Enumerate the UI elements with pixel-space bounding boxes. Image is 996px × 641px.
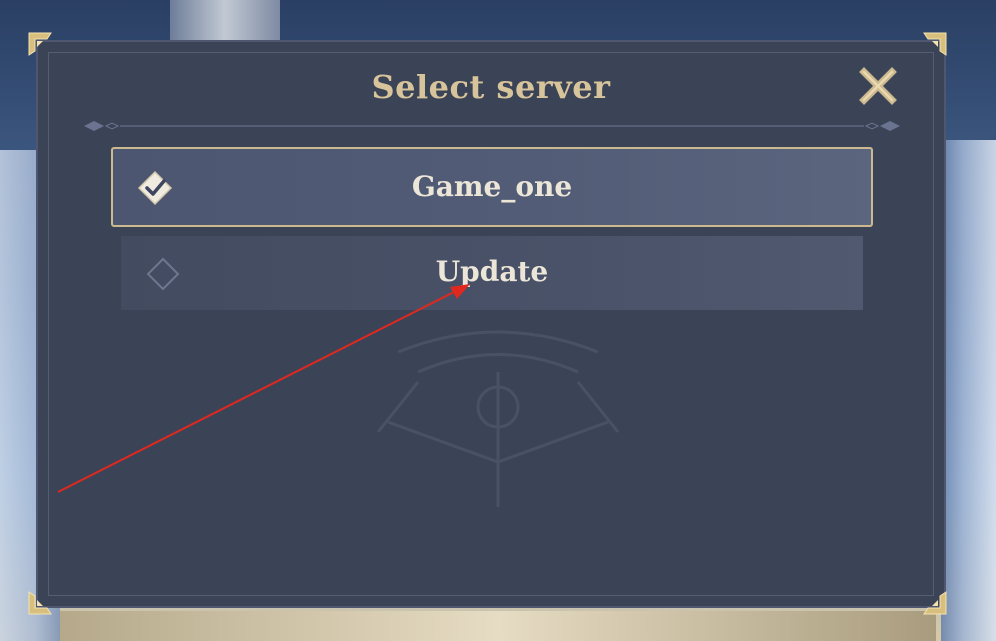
background-ground [60, 611, 936, 641]
select-server-dialog: Select server Game_one Update [36, 40, 946, 608]
server-item-game-one[interactable]: Game_one [111, 147, 873, 227]
background-tower-right [941, 140, 996, 641]
emblem-watermark [376, 330, 620, 507]
corner-ornament-icon [28, 591, 52, 615]
corner-ornament-icon [923, 32, 947, 56]
server-item-update[interactable]: Update [121, 236, 863, 310]
corner-ornament-icon [923, 591, 947, 615]
dialog-title: Select server [371, 68, 611, 106]
server-label: Game_one [411, 170, 573, 203]
corner-ornament-icon [28, 32, 52, 56]
server-label: Update [435, 255, 549, 288]
close-x-icon [859, 67, 897, 105]
background-pillar [170, 0, 280, 40]
close-button[interactable] [858, 66, 898, 106]
title-divider [84, 121, 900, 131]
